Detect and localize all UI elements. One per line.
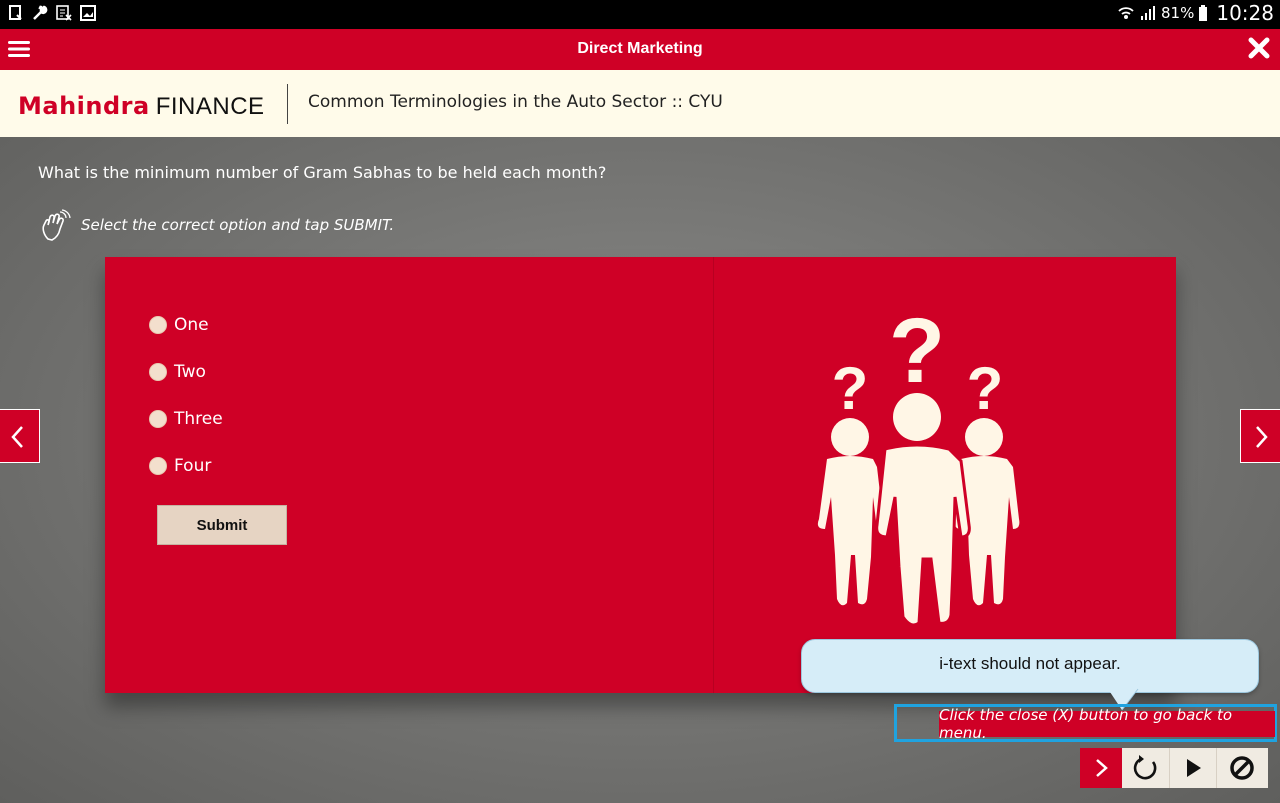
option-label: Three [174,409,223,429]
battery-icon [1199,5,1208,21]
title-bar: Direct Marketing [0,29,1280,70]
excel-icon [56,5,72,21]
screenshot-icon [9,5,22,20]
option-four[interactable]: Four [149,456,211,476]
header-divider [287,84,288,124]
battery-percent: 81% [1161,4,1195,22]
gallery-icon [80,5,96,21]
chevron-right-icon [1256,426,1268,448]
replay-button[interactable] [1122,748,1171,788]
player-controls [1080,748,1268,788]
signal-icon [1141,6,1156,20]
status-left-icons [8,5,96,21]
play-icon [1186,759,1201,777]
course-header: Mahindra FINANCE Common Terminologies in… [0,70,1280,137]
no-entry-icon [1230,756,1255,780]
submit-button[interactable]: Submit [157,505,287,545]
chevron-left-icon [11,426,23,448]
option-one[interactable]: One [149,315,209,335]
panel-divider [713,257,714,693]
hint-text: Click the close (X) button to go back to… [939,706,1275,742]
logo-brand: Mahindra [18,92,150,120]
radio-button[interactable] [149,316,167,334]
clock: 10:28 [1216,1,1274,25]
instruction-text: Select the correct option and tap SUBMIT… [81,216,395,234]
app-title: Direct Marketing [577,40,703,57]
tap-hand-icon [42,209,71,241]
review-callout: i-text should not appear. [801,639,1259,693]
callout-text: i-text should not appear. [939,654,1121,673]
wifi-icon [1118,7,1134,19]
course-title: Common Terminologies in the Auto Sector … [308,92,723,112]
next-button[interactable] [1080,748,1122,788]
close-icon[interactable] [1248,37,1270,59]
option-three[interactable]: Three [149,409,223,429]
mahindra-finance-logo: Mahindra FINANCE [18,92,265,121]
confused-people-illustration: ? ? ? [817,300,1020,627]
svg-text:?: ? [967,355,1004,422]
question-text: What is the minimum number of Gram Sabha… [38,163,607,182]
status-right: 81% 10:28 [1117,1,1274,25]
next-page-button[interactable] [1240,409,1280,463]
wrench-icon [33,5,48,20]
radio-button[interactable] [149,363,167,381]
svg-text:?: ? [832,355,869,422]
radio-button[interactable] [149,410,167,428]
stop-button[interactable] [1217,748,1268,788]
logo-finance: FINANCE [155,93,265,120]
replay-icon [1134,755,1157,780]
status-bar: 81% 10:28 [0,0,1280,29]
play-button[interactable] [1170,748,1217,788]
option-label: One [174,315,209,335]
chevron-right-icon [1095,759,1108,777]
radio-button[interactable] [149,457,167,475]
previous-page-button[interactable] [0,409,40,463]
option-two[interactable]: Two [149,362,206,382]
option-label: Two [174,362,206,382]
option-label: Four [174,456,212,476]
svg-text:?: ? [889,300,945,402]
question-panel: One Two Three Four Submit ? ? ? [105,257,1176,693]
